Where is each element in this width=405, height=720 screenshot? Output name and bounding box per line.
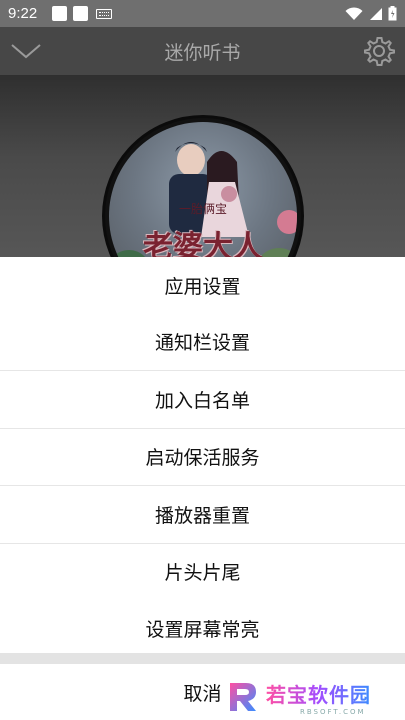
page-title: 迷你听书	[164, 41, 241, 64]
wifi-icon	[345, 6, 363, 20]
signal-icon	[370, 7, 382, 20]
action-sheet: 应用设置 通知栏设置 加入白名单 启动保活服务 播放器重置 片头片尾 设置屏幕常…	[0, 257, 405, 720]
battery-icon	[388, 6, 397, 21]
menu-group-4: 播放器重置	[0, 486, 405, 543]
watermark: 若宝软件园 RBSOFT.COM	[222, 674, 405, 720]
sheet-separator	[0, 653, 405, 664]
menu-item-app-settings[interactable]: 应用设置	[0, 257, 405, 314]
top-bar: 迷你听书	[0, 27, 405, 75]
status-time: 9:22	[8, 5, 38, 22]
keyboard-icon	[96, 8, 112, 19]
menu-item-intro-outro[interactable]: 片头片尾	[0, 544, 405, 601]
menu-group-5: 片头片尾 设置屏幕常亮	[0, 544, 405, 657]
cover-art: 一胎俩宝 老婆大人	[109, 122, 297, 260]
menu-group-2: 加入白名单	[0, 371, 405, 428]
album-cover: 一胎俩宝 老婆大人	[102, 115, 304, 260]
menu-item-player-reset[interactable]: 播放器重置	[0, 486, 405, 543]
menu-item-notification-settings[interactable]: 通知栏设置	[0, 314, 405, 371]
menu-item-whitelist[interactable]: 加入白名单	[0, 371, 405, 428]
chevron-down-icon	[11, 44, 41, 59]
watermark-subtext: RBSOFT.COM	[300, 707, 366, 716]
status-bar: 9:22	[0, 0, 405, 27]
gear-icon	[364, 37, 395, 66]
notification-icon	[52, 6, 67, 21]
notification-icon-2	[73, 6, 88, 21]
cover-title: 老婆大人	[143, 230, 263, 260]
menu-item-keepalive[interactable]: 启动保活服务	[0, 429, 405, 486]
watermark-text: 若宝软件园	[266, 679, 371, 708]
menu-item-keep-screen-on[interactable]: 设置屏幕常亮	[0, 600, 405, 657]
menu-group-3: 启动保活服务	[0, 429, 405, 486]
cover-subtitle: 一胎俩宝	[178, 202, 227, 216]
player-area: 一胎俩宝 老婆大人	[0, 75, 405, 260]
watermark-logo	[222, 677, 262, 717]
settings-button[interactable]	[361, 33, 397, 69]
collapse-button[interactable]	[8, 33, 44, 69]
menu-group-1: 应用设置 通知栏设置	[0, 257, 405, 370]
